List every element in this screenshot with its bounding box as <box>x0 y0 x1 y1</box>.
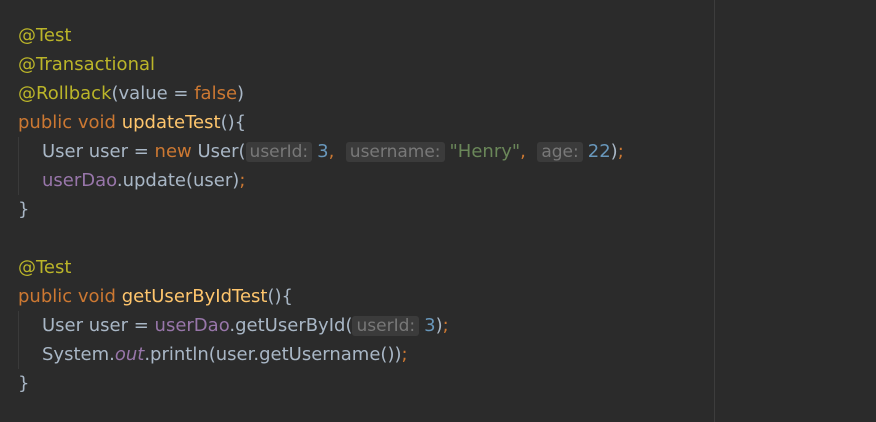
code-token: ; <box>401 344 408 365</box>
code-token: ; <box>239 170 246 191</box>
code-token: userDao <box>42 170 117 191</box>
code-line[interactable]: public void updateTest(){ <box>18 108 624 137</box>
parameter-hint: age: <box>537 142 583 162</box>
code-token: false <box>194 83 238 104</box>
code-token: getUserByIdTest <box>121 286 268 307</box>
parameter-hint: userId: <box>245 142 313 162</box>
code-line[interactable]: User user = new User(userId: 3, username:… <box>18 137 624 166</box>
code-line[interactable]: @Transactional <box>18 50 624 79</box>
indent-guide <box>18 166 19 195</box>
code-token: (value = <box>111 83 195 104</box>
parameter-hint: username: <box>345 142 445 162</box>
code-token: @Test <box>18 25 72 46</box>
code-token: User user = <box>42 141 155 162</box>
code-token: 3 <box>317 141 329 162</box>
code-line[interactable]: @Test <box>18 21 624 50</box>
code-line[interactable]: public void getUserByIdTest(){ <box>18 282 624 311</box>
indent-guide <box>18 311 19 340</box>
code-token: @Transactional <box>18 54 156 75</box>
code-token: userDao <box>154 315 230 336</box>
code-area[interactable]: @Test @Transactional @Rollback(value = fal… <box>18 21 624 398</box>
code-token: .update(user) <box>116 170 240 191</box>
code-token: } <box>18 199 30 220</box>
code-token: public void <box>18 286 122 307</box>
code-editor[interactable]: @Test @Transactional @Rollback(value = fal… <box>0 0 876 422</box>
code-token: ) <box>610 141 618 162</box>
code-token: (){ <box>267 286 293 307</box>
code-token: , <box>520 141 538 162</box>
code-line[interactable]: @Test <box>18 253 624 282</box>
code-line[interactable]: System.out.println(user.getUsername()); <box>18 340 624 369</box>
code-token: out <box>114 344 145 365</box>
code-token: ; <box>617 141 624 162</box>
code-token: new <box>154 141 198 162</box>
code-token: User user = <box>42 315 155 336</box>
code-token: (){ <box>220 112 247 133</box>
code-token: updateTest <box>121 112 221 133</box>
code-token: ; <box>442 315 449 336</box>
code-token: public void <box>18 112 122 133</box>
code-token: .println(user.getUsername()) <box>144 344 402 365</box>
code-token: @Rollback <box>18 83 112 104</box>
code-token: 22 <box>587 141 611 162</box>
code-token: ) <box>237 83 245 104</box>
code-token: ) <box>435 315 443 336</box>
code-line[interactable]: } <box>18 195 624 224</box>
code-token: , <box>328 141 346 162</box>
code-token: "Henry" <box>449 141 521 162</box>
parameter-hint: userId: <box>352 316 420 336</box>
code-line[interactable]: userDao.update(user); <box>18 166 624 195</box>
code-token: .getUserById( <box>229 315 353 336</box>
indent-guide <box>18 137 19 166</box>
code-line[interactable] <box>18 224 624 253</box>
code-token: } <box>18 373 30 394</box>
code-token: @Test <box>18 257 72 278</box>
indent-guide <box>18 340 19 369</box>
code-line[interactable]: } <box>18 369 624 398</box>
code-token: System. <box>42 344 115 365</box>
right-margin-guide <box>714 0 715 422</box>
code-token: User( <box>197 141 246 162</box>
code-token: 3 <box>424 315 436 336</box>
code-line[interactable]: User user = userDao.getUserById(userId: 3… <box>18 311 624 340</box>
code-line[interactable]: @Rollback(value = false) <box>18 79 624 108</box>
